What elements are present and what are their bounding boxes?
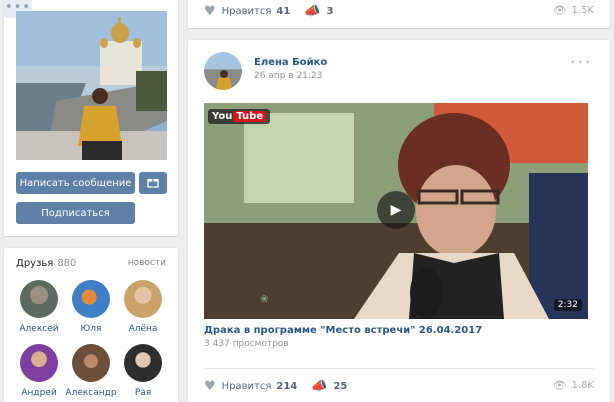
- friend-item[interactable]: Андрей: [11, 344, 67, 398]
- views-counter: 👁 1.8K: [553, 379, 594, 392]
- view-count: 1.5K: [571, 5, 594, 16]
- friends-count: 880: [57, 258, 77, 269]
- share-count: 3: [326, 6, 334, 17]
- avatar: [72, 344, 110, 382]
- youtube-logo-tube: Tube: [233, 111, 267, 122]
- gift-icon: [147, 176, 159, 191]
- video-duration: 2:32: [553, 299, 582, 311]
- friends-title: Друзья: [16, 258, 54, 269]
- megaphone-icon[interactable]: 📣: [311, 379, 327, 394]
- youtube-logo-you: You: [212, 111, 233, 122]
- avatar: [124, 344, 162, 382]
- megaphone-icon[interactable]: 📣: [304, 4, 320, 19]
- friend-item[interactable]: Алёна: [115, 280, 171, 334]
- divider: [204, 368, 594, 369]
- heart-icon[interactable]: ♥: [204, 4, 216, 19]
- friend-item[interactable]: Александр: [63, 344, 119, 398]
- video-title[interactable]: Драка в программе "Место встречи" 26.04.…: [204, 325, 482, 336]
- like-label[interactable]: Нравится: [222, 6, 272, 17]
- author-name[interactable]: Елена Бойко: [254, 57, 327, 68]
- wall-post: Елена Бойко 26 апр в 21:23 ••• You Tube ▶…: [188, 40, 610, 402]
- subscribe-button[interactable]: Подписаться: [16, 202, 135, 224]
- play-button[interactable]: ▶: [377, 191, 415, 229]
- post-actions: ♥ Нравится 214 📣 25: [204, 379, 361, 394]
- post-menu-button[interactable]: •••: [570, 56, 592, 69]
- avatar: [20, 280, 58, 318]
- channel-logo-icon: ❀: [260, 294, 269, 305]
- friend-item[interactable]: Алексей: [11, 280, 67, 334]
- like-label[interactable]: Нравится: [222, 381, 272, 392]
- friend-item[interactable]: Рая: [115, 344, 171, 398]
- profile-card: Написать сообщение Подписаться •••: [4, 0, 178, 236]
- video-player[interactable]: You Tube ▶ ❀ 2:32: [204, 103, 588, 319]
- avatar: [20, 344, 58, 382]
- play-icon: ▶: [390, 202, 402, 218]
- write-message-button[interactable]: Написать сообщение: [16, 172, 135, 194]
- post-actions: ♥ Нравится 41 📣 3: [204, 4, 347, 19]
- friend-name: Юля: [80, 324, 102, 334]
- like-count: 41: [276, 6, 291, 17]
- profile-photo[interactable]: [16, 11, 167, 160]
- eye-icon: 👁: [552, 379, 567, 392]
- like-count: 214: [276, 381, 298, 392]
- friends-card: Друзья 880 новости Алексей Юля Алёна Андр…: [4, 248, 178, 402]
- gift-button[interactable]: [139, 172, 167, 194]
- friend-name: Андрей: [21, 388, 57, 398]
- video-views: 3 437 просмотров: [204, 339, 289, 349]
- friend-name: Александр: [65, 388, 117, 398]
- friend-item[interactable]: Юля: [63, 280, 119, 334]
- views-counter: 👁 1.5K: [553, 4, 594, 17]
- friend-name: Алексей: [19, 324, 59, 334]
- friends-news-link[interactable]: новости: [128, 258, 166, 268]
- share-count: 25: [333, 381, 348, 392]
- youtube-logo: You Tube: [208, 109, 271, 124]
- friend-name: Алёна: [128, 324, 158, 334]
- post-date[interactable]: 26 апр в 21:23: [254, 71, 322, 81]
- eye-icon: 👁: [552, 4, 567, 17]
- avatar: [72, 280, 110, 318]
- author-avatar[interactable]: [204, 52, 242, 90]
- avatar: [124, 280, 162, 318]
- previous-post: ♥ Нравится 41 📣 3 👁 1.5K: [188, 0, 610, 28]
- friends-header[interactable]: Друзья 880: [16, 258, 76, 269]
- view-count: 1.8K: [571, 380, 594, 391]
- heart-icon[interactable]: ♥: [204, 379, 216, 394]
- friend-name: Рая: [134, 388, 152, 398]
